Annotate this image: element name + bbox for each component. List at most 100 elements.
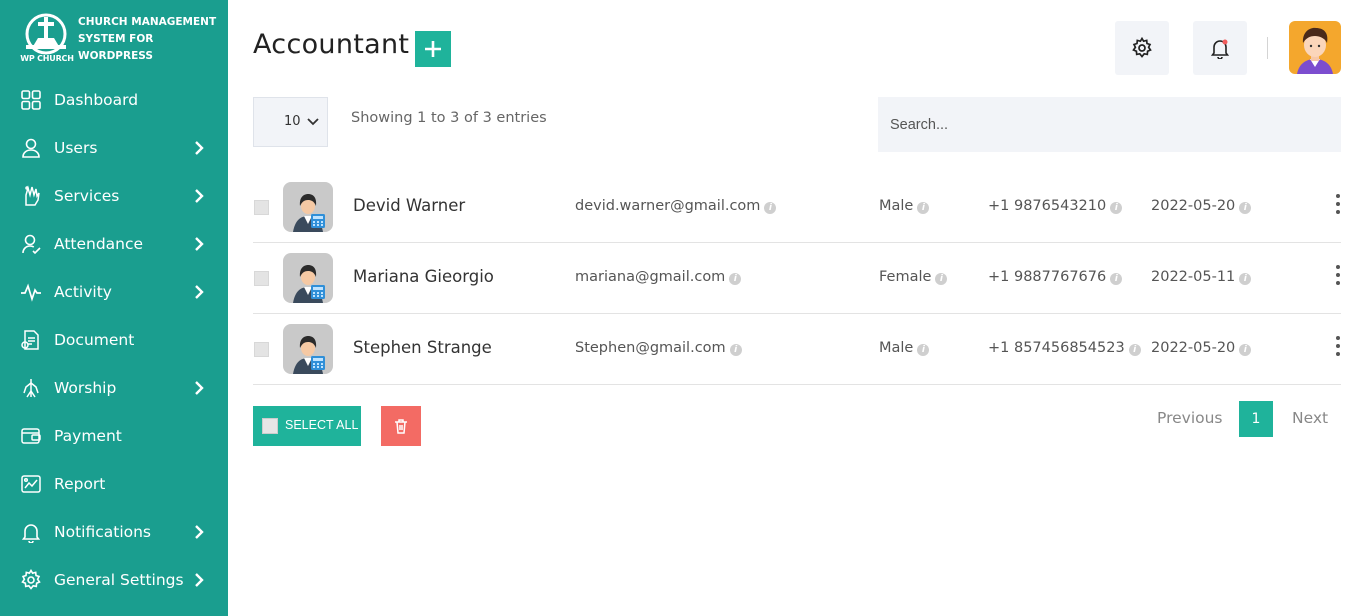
select-all-button[interactable]: SELECT ALL [253, 406, 361, 446]
sidebar-item-payment[interactable]: Payment [0, 412, 228, 460]
row-checkbox[interactable] [254, 271, 269, 286]
table-row: Devid Warner devid.warner@gmail.com i Mal… [253, 172, 1341, 243]
add-accountant-button[interactable] [415, 31, 451, 67]
sidebar-item-label: Notifications [54, 523, 152, 541]
chevron-right-icon [195, 525, 204, 539]
brand[interactable]: WP CHURCH Church Management System for W… [18, 12, 218, 68]
pagination-next[interactable]: Next [1292, 409, 1328, 427]
sidebar-item-label: General Settings [54, 571, 184, 589]
info-icon: i [1239, 273, 1252, 285]
accountant-date: 2022-05-20 i [1151, 198, 1252, 214]
user-icon [20, 137, 42, 159]
accountant-gender: Female i [879, 269, 948, 285]
info-icon: i [1110, 273, 1123, 285]
settings-button[interactable] [1115, 21, 1169, 75]
row-checkbox[interactable] [254, 342, 269, 357]
page-size-value: 10 [284, 114, 301, 129]
table-row: Stephen Strange Stephen@gmail.com i Male i… [253, 314, 1341, 385]
sidebar-item-label: Report [54, 475, 106, 493]
pagination-page[interactable]: 1 [1239, 401, 1273, 437]
header-divider [1267, 37, 1268, 59]
accountant-name: Devid Warner [353, 196, 466, 215]
sidebar-item-label: Payment [54, 427, 122, 445]
info-icon: i [729, 344, 742, 356]
worship-icon [20, 377, 42, 399]
chevron-right-icon [195, 237, 204, 251]
accountant-name: Mariana Gieorgio [353, 267, 494, 286]
sidebar-item-users[interactable]: Users [0, 124, 228, 172]
delete-button[interactable] [381, 406, 421, 446]
sidebar-item-activity[interactable]: Activity [0, 268, 228, 316]
info-icon: i [935, 273, 948, 285]
row-menu-icon[interactable] [1333, 194, 1343, 218]
sidebar-item-label: Dashboard [54, 91, 139, 109]
logo-text: WP CHURCH [20, 54, 74, 63]
sidebar-item-worship[interactable]: Worship [0, 364, 228, 412]
sidebar-item-report[interactable]: Report [0, 460, 228, 508]
sidebar-item-general-settings[interactable]: General Settings [0, 556, 228, 604]
notifications-button[interactable] [1193, 21, 1247, 75]
trash-icon [395, 419, 407, 434]
page-title: Accountant [253, 29, 410, 60]
info-icon: i [917, 202, 930, 214]
pagination-previous[interactable]: Previous [1157, 409, 1223, 427]
sidebar-item-dashboard[interactable]: Dashboard [0, 76, 228, 124]
accountant-phone: +1 9876543210 i [988, 198, 1123, 214]
accountant-gender: Male i [879, 198, 930, 214]
accountant-date: 2022-05-11 i [1151, 269, 1252, 285]
sidebar-item-services[interactable]: Services [0, 172, 228, 220]
grid-icon [20, 89, 42, 111]
row-menu-icon[interactable] [1333, 336, 1343, 360]
row-checkbox[interactable] [254, 200, 269, 215]
sidebar-item-label: Worship [54, 379, 117, 397]
accountant-email: mariana@gmail.com i [575, 269, 742, 285]
accountant-phone: +1 9887767676 i [988, 269, 1123, 285]
chevron-right-icon [195, 573, 204, 587]
sidebar-item-label: Attendance [54, 235, 144, 253]
bell-icon [20, 521, 42, 544]
sidebar-item-notifications[interactable]: Notifications [0, 508, 228, 556]
report-icon [20, 473, 42, 495]
row-menu-icon[interactable] [1333, 265, 1343, 289]
sidebar-item-label: Document [54, 331, 135, 349]
info-icon: i [1239, 202, 1252, 214]
info-icon: i [1128, 344, 1141, 356]
accountant-avatar-icon [283, 182, 333, 232]
entries-info: Showing 1 to 3 of 3 entries [351, 110, 547, 126]
accountant-email: devid.warner@gmail.com i [575, 198, 777, 214]
sidebar-item-label: Services [54, 187, 120, 205]
payment-icon [20, 425, 42, 447]
select-all-checkbox [262, 418, 278, 434]
document-icon [20, 329, 42, 351]
page-size-select[interactable]: 10 [253, 97, 328, 147]
gear-icon [20, 568, 42, 591]
sidebar-item-document[interactable]: Document [0, 316, 228, 364]
sidebar-item-label: Users [54, 139, 98, 157]
sidebar-nav: Dashboard Users Services Attendance Acti… [0, 76, 228, 604]
table-row: Mariana Gieorgio mariana@gmail.com i Fema… [253, 243, 1341, 314]
chevron-down-icon [307, 118, 319, 126]
user-avatar[interactable] [1289, 21, 1341, 74]
gear-icon [1132, 37, 1152, 58]
brand-title: Church Management System for WordPress [78, 16, 217, 62]
chevron-right-icon [195, 285, 204, 299]
sidebar: WP CHURCH Church Management System for W… [0, 0, 228, 616]
info-icon: i [764, 202, 777, 214]
accountant-phone: +1 857456854523 i [988, 340, 1141, 356]
accountant-gender: Male i [879, 340, 930, 356]
accountant-table: Devid Warner devid.warner@gmail.com i Mal… [253, 172, 1341, 385]
activity-icon [20, 281, 42, 303]
info-icon: i [1239, 344, 1252, 356]
chevron-right-icon [195, 189, 204, 203]
select-all-label: SELECT ALL [285, 418, 359, 432]
hand-icon [20, 185, 42, 207]
chevron-right-icon [195, 381, 204, 395]
accountant-email: Stephen@gmail.com i [575, 340, 742, 356]
plus-icon [425, 41, 441, 57]
info-icon: i [917, 344, 930, 356]
accountant-avatar-icon [283, 253, 333, 303]
bell-icon [1210, 39, 1230, 59]
search-input[interactable] [878, 97, 1341, 152]
user-check-icon [20, 233, 42, 255]
sidebar-item-attendance[interactable]: Attendance [0, 220, 228, 268]
